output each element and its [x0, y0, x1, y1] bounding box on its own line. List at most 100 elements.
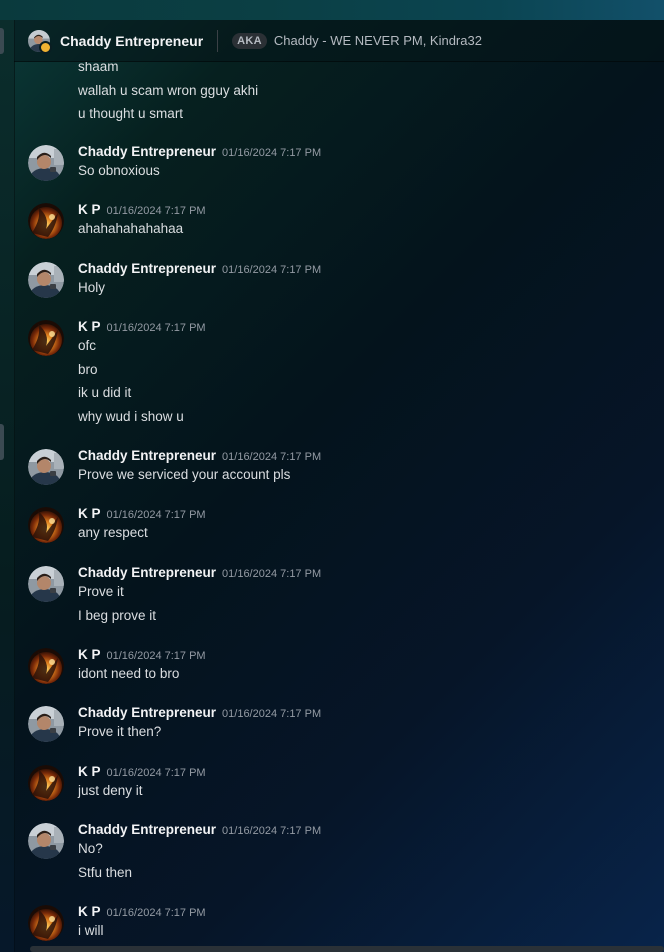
- horizontal-scrollbar[interactable]: [30, 946, 664, 952]
- message-group[interactable]: Chaddy Entrepreneur 01/16/2024 7:17 PM Pro…: [14, 447, 664, 495]
- message-group[interactable]: K P 01/16/2024 7:17 PM i will: [14, 903, 664, 951]
- message-header: Chaddy Entrepreneur 01/16/2024 7:17 PM: [78, 447, 321, 465]
- message-line: shaam: [78, 62, 119, 74]
- kp-avatar-icon: [28, 765, 64, 801]
- avatar[interactable]: [28, 262, 64, 298]
- avatar[interactable]: [28, 320, 64, 356]
- message-header: K P 01/16/2024 7:17 PM: [78, 763, 206, 781]
- message-author[interactable]: K P: [78, 904, 101, 919]
- message-author[interactable]: K P: [78, 202, 101, 217]
- message-header: K P 01/16/2024 7:17 PM: [78, 646, 206, 664]
- header-divider: [217, 29, 219, 52]
- message-timestamp: 01/16/2024 7:17 PM: [106, 322, 206, 334]
- message-line: u thought u smart: [78, 106, 184, 121]
- kp-avatar-icon: [28, 905, 64, 941]
- avatar[interactable]: [28, 905, 64, 941]
- message-author[interactable]: Chaddy Entrepreneur: [78, 565, 216, 580]
- message-line: Holy: [78, 280, 106, 295]
- avatar[interactable]: [28, 507, 64, 543]
- message-author[interactable]: Chaddy Entrepreneur: [78, 144, 216, 159]
- avatar[interactable]: [28, 706, 64, 742]
- message-line: why wud i show u: [78, 408, 184, 424]
- left-panel-tab[interactable]: [0, 28, 4, 54]
- message-header: K P 01/16/2024 7:17 PM: [78, 505, 206, 523]
- kp-avatar-icon: [28, 648, 64, 684]
- message-list[interactable]: shaam wallah u scam wron gguy akhi u tho…: [14, 62, 664, 952]
- message-timestamp: 01/16/2024 7:17 PM: [222, 264, 322, 276]
- message-line: No?: [78, 841, 103, 856]
- message-timestamp: 01/16/2024 7:17 PM: [222, 147, 322, 159]
- message-timestamp: 01/16/2024 7:17 PM: [222, 451, 322, 463]
- avatar[interactable]: [28, 765, 64, 801]
- message-group[interactable]: Chaddy Entrepreneur 01/16/2024 7:17 PM Pro…: [14, 704, 664, 752]
- message-author[interactable]: Chaddy Entrepreneur: [78, 448, 216, 463]
- header-avatar[interactable]: [28, 29, 52, 54]
- message-line: just deny it: [78, 783, 143, 798]
- message-header: Chaddy Entrepreneur 01/16/2024 7:17 PM: [78, 704, 321, 722]
- message-group[interactable]: Chaddy Entrepreneur 01/16/2024 7:17 PM Hol…: [14, 260, 664, 308]
- message-line: wallah u scam wron gguy akhi: [78, 83, 259, 98]
- message-timestamp: 01/16/2024 7:17 PM: [222, 568, 322, 580]
- message-header: Chaddy Entrepreneur 01/16/2024 7:17 PM: [78, 564, 321, 582]
- aka-badge: AKA: [232, 32, 267, 49]
- left-panel-scroll-handle[interactable]: [0, 424, 4, 460]
- message-author[interactable]: Chaddy Entrepreneur: [78, 261, 216, 276]
- message-line: any respect: [78, 525, 148, 540]
- message-line: Prove we serviced your account pls: [78, 467, 291, 482]
- avatar[interactable]: [28, 823, 64, 859]
- message-timestamp: 01/16/2024 7:17 PM: [106, 509, 206, 521]
- message-header: Chaddy Entrepreneur 01/16/2024 7:17 PM: [78, 143, 321, 161]
- chaddy-avatar-icon: [28, 823, 64, 859]
- chaddy-avatar-icon: [28, 145, 64, 181]
- message-group[interactable]: Chaddy Entrepreneur 01/16/2024 7:17 PM So …: [14, 143, 664, 191]
- message-group[interactable]: K P 01/16/2024 7:17 PM idont need to bro: [14, 646, 664, 694]
- message-group[interactable]: K P 01/16/2024 7:17 PM any respect: [14, 505, 664, 553]
- message-header: K P 01/16/2024 7:17 PM: [78, 201, 206, 219]
- message-line: I beg prove it: [78, 607, 157, 623]
- message-author[interactable]: K P: [78, 764, 101, 779]
- message-line: ahahahahahahaa: [78, 221, 184, 236]
- chaddy-avatar-icon: [28, 262, 64, 298]
- message-timestamp: 01/16/2024 7:17 PM: [222, 708, 322, 720]
- kp-avatar-icon: [28, 203, 64, 239]
- message-author[interactable]: K P: [78, 506, 101, 521]
- chaddy-avatar-icon: [28, 449, 64, 485]
- chaddy-avatar-icon: [28, 706, 64, 742]
- message-timestamp: 01/16/2024 7:17 PM: [106, 767, 206, 779]
- message-line: ik u did it: [78, 385, 132, 400]
- chaddy-avatar-icon: [28, 566, 64, 602]
- message-group[interactable]: Chaddy Entrepreneur 01/16/2024 7:17 PM No?…: [14, 822, 664, 892]
- message-timestamp: 01/16/2024 7:17 PM: [106, 205, 206, 217]
- message-group[interactable]: K P 01/16/2024 7:17 PM ofc bro ik u did it wh…: [14, 319, 664, 436]
- window-top-strip: [0, 0, 664, 20]
- message-line: Prove it: [78, 584, 124, 599]
- status-idle-icon: [39, 40, 52, 54]
- message-author[interactable]: Chaddy Entrepreneur: [78, 822, 216, 837]
- avatar[interactable]: [28, 145, 64, 181]
- avatar[interactable]: [28, 566, 64, 602]
- kp-avatar-icon: [28, 507, 64, 543]
- message-group[interactable]: K P 01/16/2024 7:17 PM ahahahahahahaa: [14, 201, 664, 249]
- message-timestamp: 01/16/2024 7:17 PM: [106, 907, 206, 919]
- message-line: Stfu then: [78, 864, 133, 880]
- avatar[interactable]: [28, 203, 64, 239]
- message-line: ofc: [78, 338, 97, 353]
- dm-header: Chaddy Entrepreneur AKA Chaddy - WE NEVE…: [14, 20, 664, 62]
- message-line: So obnoxious: [78, 163, 160, 178]
- message-header: K P 01/16/2024 7:17 PM: [78, 903, 206, 921]
- message-author[interactable]: K P: [78, 319, 101, 334]
- message-group[interactable]: K P 01/16/2024 7:17 PM just deny it: [14, 763, 664, 811]
- message-author[interactable]: K P: [78, 647, 101, 662]
- left-panel-edge: [0, 20, 15, 952]
- message-header: Chaddy Entrepreneur 01/16/2024 7:17 PM: [78, 260, 321, 278]
- message-line: bro: [78, 361, 98, 377]
- message-group[interactable]: Chaddy Entrepreneur 01/16/2024 7:17 PM Pro…: [14, 564, 664, 635]
- aka-names: Chaddy - WE NEVER PM, Kindra32: [273, 33, 482, 48]
- message-timestamp: 01/16/2024 7:17 PM: [222, 825, 322, 837]
- header-username[interactable]: Chaddy Entrepreneur: [60, 33, 203, 49]
- message-line: Prove it then?: [78, 724, 162, 739]
- message-author[interactable]: Chaddy Entrepreneur: [78, 705, 216, 720]
- message-line: i will: [78, 923, 104, 938]
- avatar[interactable]: [28, 648, 64, 684]
- avatar[interactable]: [28, 449, 64, 485]
